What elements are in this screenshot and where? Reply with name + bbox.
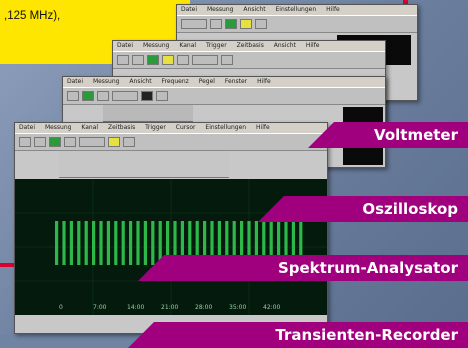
trace-pulse	[114, 221, 118, 265]
voltmeter-label-text: Voltmeter	[374, 126, 458, 144]
tool-button[interactable]	[156, 91, 168, 101]
recorder-trace-svg: 0 7:00 14:00 21:00 28:00 35:00 42:00	[15, 179, 327, 315]
time-tick: 14:00	[127, 304, 144, 311]
settings-button[interactable]	[240, 19, 252, 29]
trace-pulse	[99, 221, 103, 265]
menu-item[interactable]: Datei	[181, 6, 197, 13]
menu-item[interactable]: Datei	[19, 124, 35, 131]
voltmeter-label: Voltmeter	[308, 122, 468, 148]
spectrum-label: Spektrum-Analysator	[138, 255, 468, 281]
menu-item[interactable]: Ansicht	[274, 42, 296, 49]
menu-item[interactable]: Ansicht	[129, 78, 151, 85]
oscilloscope-menubar: Datei Messung Kanal Trigger Zeitbasis An…	[113, 41, 385, 51]
time-tick: 0	[59, 304, 63, 311]
menu-item[interactable]: Messung	[45, 124, 72, 131]
menu-item[interactable]: Frequenz	[161, 78, 188, 85]
time-tick: 42:00	[263, 304, 280, 311]
tool-button[interactable]	[79, 137, 105, 147]
tool-button[interactable]	[108, 137, 120, 147]
tool-button[interactable]	[19, 137, 31, 147]
analyzer-toolbar	[63, 87, 385, 105]
trace-pulse	[92, 221, 96, 265]
menu-item[interactable]: Zeitbasis	[108, 124, 135, 131]
intro-text: ,125 MHz),	[4, 10, 61, 22]
trace-pulse	[121, 221, 125, 265]
time-tick: 28:00	[195, 304, 212, 311]
menu-item[interactable]: Kanal	[81, 124, 98, 131]
tool-button[interactable]	[117, 55, 129, 65]
trace-pulse	[69, 221, 73, 265]
trace-pulse	[151, 221, 155, 265]
spectrum-label-text: Spektrum-Analysator	[277, 259, 458, 277]
trace-pulse	[62, 221, 66, 265]
menu-item[interactable]: Trigger	[145, 124, 166, 131]
menu-item[interactable]: Messung	[207, 6, 234, 13]
menu-item[interactable]: Datei	[117, 42, 133, 49]
tool-button[interactable]	[162, 55, 174, 65]
voltmeter-toolbar	[177, 15, 417, 33]
menu-item[interactable]: Datei	[67, 78, 83, 85]
menu-item[interactable]: Kanal	[179, 42, 196, 49]
trace-pulse	[143, 221, 147, 265]
menu-item[interactable]: Hilfe	[326, 6, 340, 13]
time-tick: 21:00	[161, 304, 178, 311]
run-button[interactable]	[82, 91, 94, 101]
menu-item[interactable]: Hilfe	[306, 42, 320, 49]
recorder-label-text: Transienten-Recorder	[275, 326, 458, 344]
menu-item[interactable]: Trigger	[206, 42, 227, 49]
menu-item[interactable]: Einstellungen	[275, 6, 316, 13]
trace-pulse	[77, 221, 81, 265]
run-button[interactable]	[225, 19, 237, 29]
analyzer-info-panel	[103, 105, 193, 122]
oscilloscope-toolbar	[113, 51, 385, 69]
tool-button[interactable]	[221, 55, 233, 65]
play-button[interactable]	[49, 137, 61, 147]
tool-button[interactable]	[255, 19, 267, 29]
menu-item[interactable]: Cursor	[176, 124, 196, 131]
menu-item[interactable]: Messung	[143, 42, 170, 49]
tool-button[interactable]	[141, 91, 153, 101]
menu-item[interactable]: Ansicht	[243, 6, 265, 13]
menu-item[interactable]: Einstellungen	[205, 124, 246, 131]
recorder-menubar: Datei Messung Kanal Zeitbasis Trigger Cu…	[15, 123, 327, 133]
tool-button[interactable]	[97, 91, 109, 101]
stop-button[interactable]	[210, 19, 222, 29]
tool-button[interactable]	[192, 55, 218, 65]
tool-button[interactable]	[112, 91, 138, 101]
menu-item[interactable]: Fenster	[225, 78, 247, 85]
tool-button[interactable]	[132, 55, 144, 65]
menu-item[interactable]: Zeitbasis	[237, 42, 264, 49]
recorder-label: Transienten-Recorder	[128, 322, 468, 348]
recorder-toolbar	[15, 133, 327, 151]
run-button[interactable]	[147, 55, 159, 65]
menu-item[interactable]: Hilfe	[257, 78, 271, 85]
oscilloscope-label: Oszilloskop	[258, 196, 468, 222]
analyzer-menubar: Datei Messung Ansicht Frequenz Pegel Fen…	[63, 77, 385, 87]
time-tick: 7:00	[93, 304, 107, 311]
tool-button[interactable]	[123, 137, 135, 147]
start-button[interactable]	[181, 19, 207, 29]
recorder-info-panel	[59, 151, 229, 178]
trace-pulse	[84, 221, 88, 265]
recorder-window[interactable]: Datei Messung Kanal Zeitbasis Trigger Cu…	[14, 122, 328, 334]
trace-pulse	[129, 221, 133, 265]
time-axis: 0 7:00 14:00 21:00 28:00 35:00 42:00	[59, 304, 280, 311]
trace-pulse	[106, 221, 110, 265]
tool-button[interactable]	[67, 91, 79, 101]
tool-button[interactable]	[177, 55, 189, 65]
tool-button[interactable]	[64, 137, 76, 147]
trace-pulse	[136, 221, 140, 265]
oscilloscope-label-text: Oszilloskop	[362, 200, 458, 218]
menu-item[interactable]: Messung	[93, 78, 120, 85]
recorder-scope-screen: 0 7:00 14:00 21:00 28:00 35:00 42:00	[15, 179, 327, 315]
tool-button[interactable]	[34, 137, 46, 147]
voltmeter-menubar: Datei Messung Ansicht Einstellungen Hilf…	[177, 5, 417, 15]
menu-item[interactable]: Pegel	[199, 78, 215, 85]
trace-pulse	[55, 221, 59, 265]
time-tick: 35:00	[229, 304, 246, 311]
menu-item[interactable]: Hilfe	[256, 124, 270, 131]
